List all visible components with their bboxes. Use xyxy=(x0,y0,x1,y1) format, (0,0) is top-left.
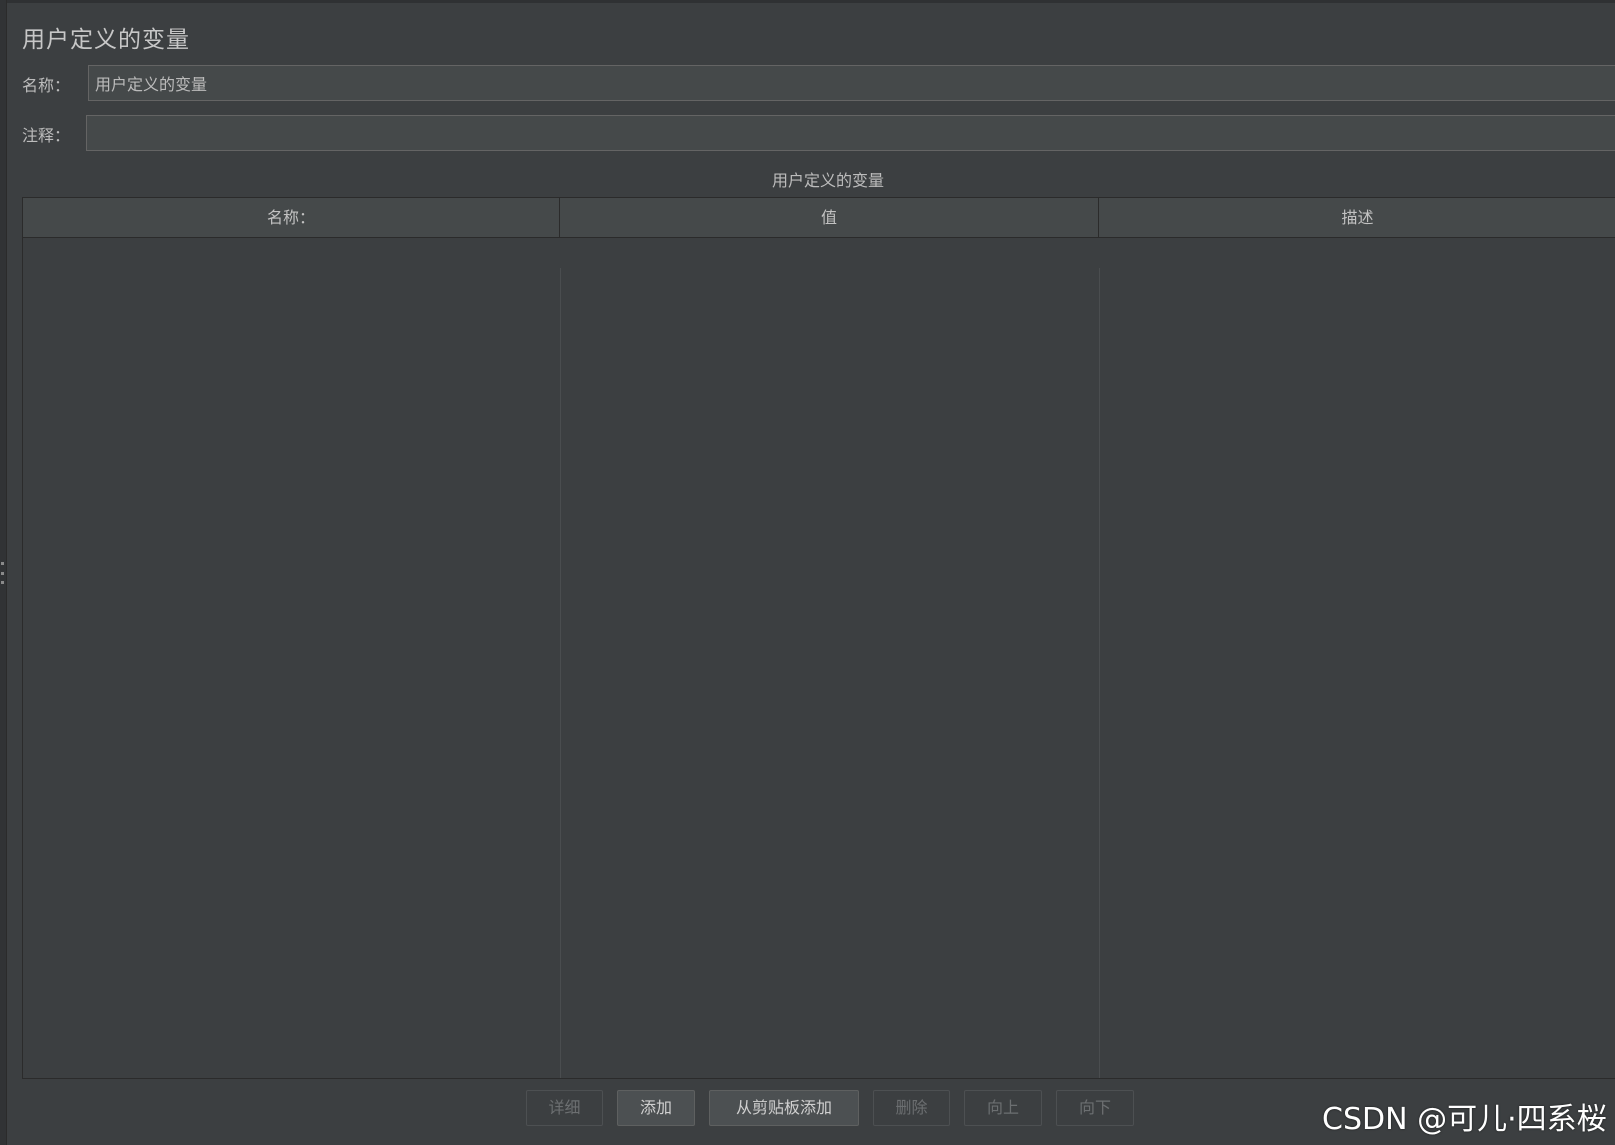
detail-button[interactable]: 详细 xyxy=(526,1090,603,1126)
column-header-description[interactable]: 描述 xyxy=(1099,198,1615,237)
table-caption: 用户定义的变量 xyxy=(771,171,884,190)
name-label: 名称： xyxy=(22,76,71,95)
move-up-button[interactable]: 向上 xyxy=(964,1090,1042,1126)
name-field[interactable] xyxy=(88,65,1615,101)
column-divider xyxy=(560,268,561,1078)
column-header-name[interactable]: 名称： xyxy=(23,198,560,237)
watermark: CSDN @可儿·四系桜 xyxy=(1322,1102,1607,1137)
add-button[interactable]: 添加 xyxy=(617,1090,695,1126)
add-from-clipboard-button[interactable]: 从剪贴板添加 xyxy=(709,1090,859,1126)
column-header-value[interactable]: 值 xyxy=(560,198,1099,237)
panel-title: 用户定义的变量 xyxy=(22,27,190,53)
column-divider xyxy=(1099,268,1100,1078)
comment-field[interactable] xyxy=(86,115,1615,151)
move-down-button[interactable]: 向下 xyxy=(1056,1090,1134,1126)
user-defined-variables-panel: 用户定义的变量 名称： 注释： 用户定义的变量 名称： 值 描述 详细 添加 从… xyxy=(0,0,1615,1145)
table-header: 名称： 值 描述 xyxy=(23,198,1615,238)
delete-button[interactable]: 删除 xyxy=(873,1090,950,1126)
table-body[interactable] xyxy=(23,238,1615,1078)
top-divider xyxy=(6,0,1615,3)
splitter-grip-icon[interactable] xyxy=(0,562,4,584)
variables-table[interactable]: 名称： 值 描述 xyxy=(22,197,1615,1079)
comment-label: 注释： xyxy=(22,126,71,145)
